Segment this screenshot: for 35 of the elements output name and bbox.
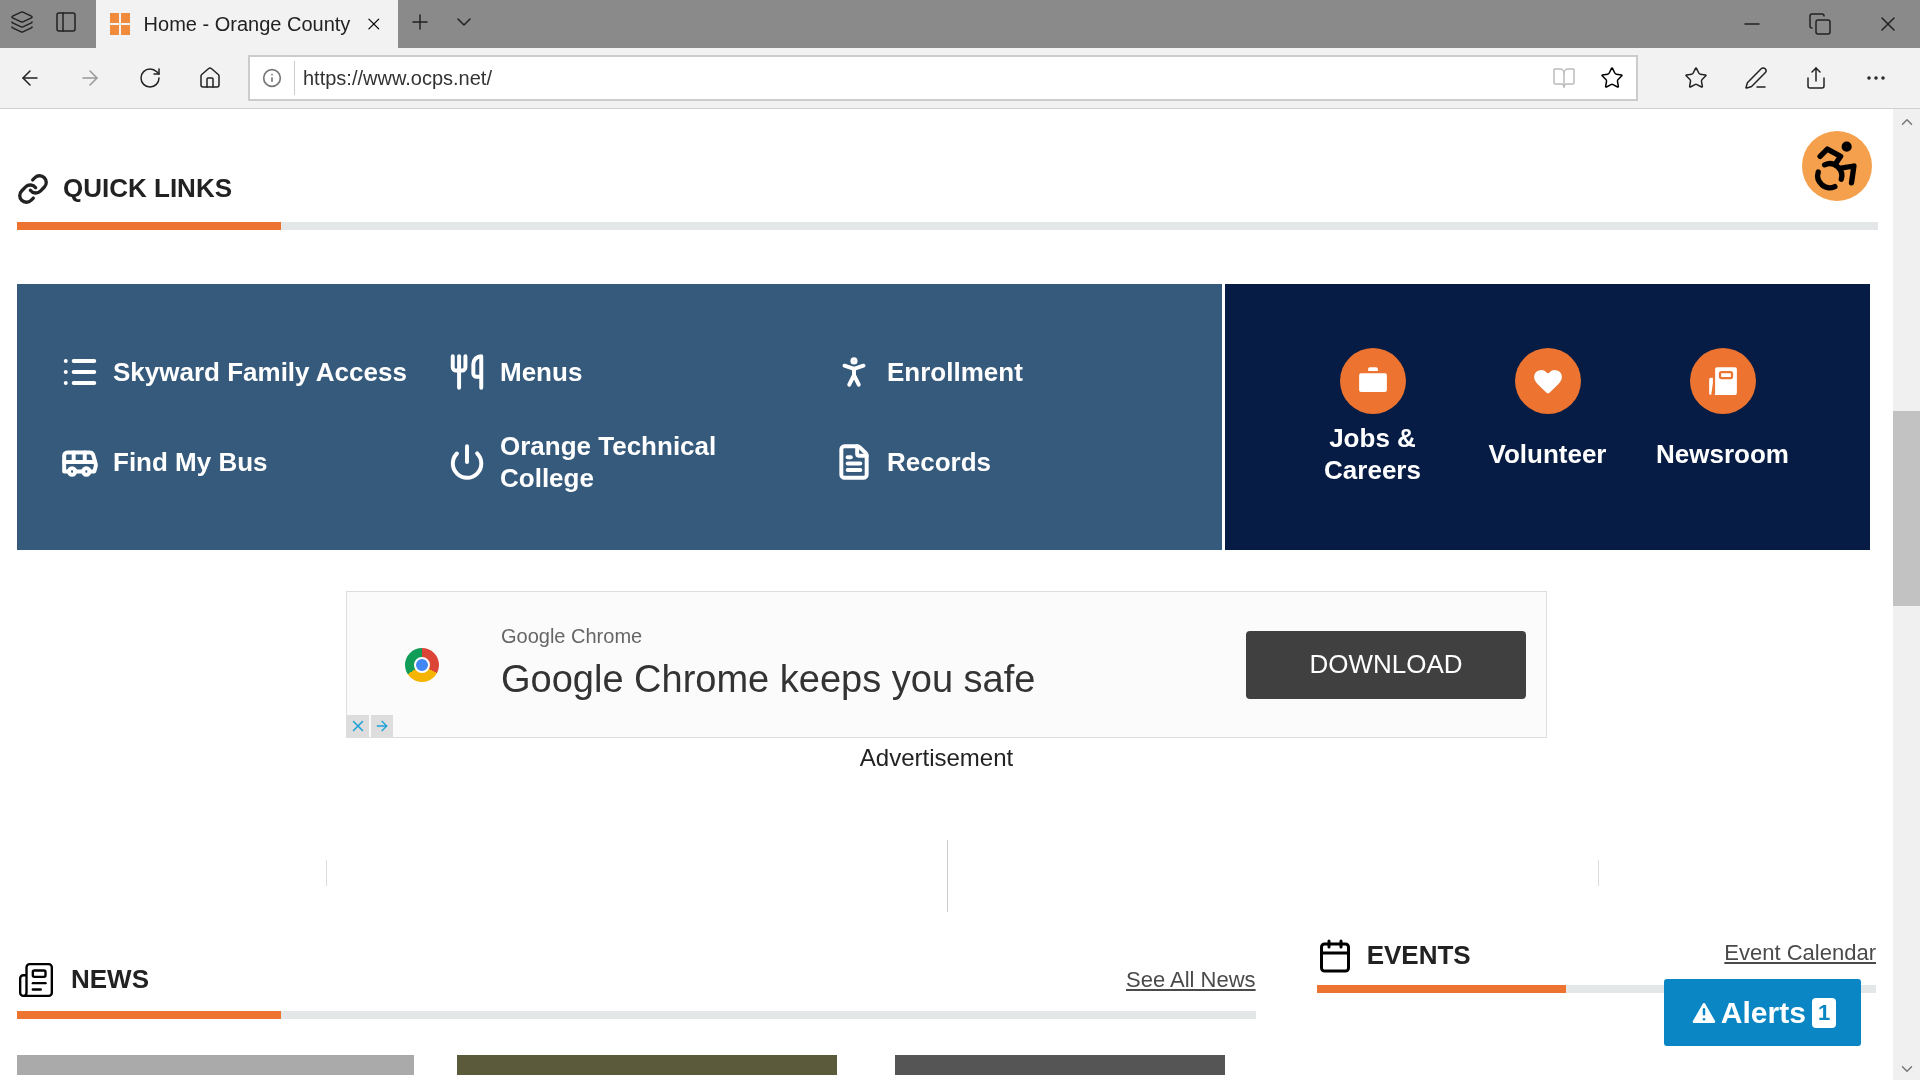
favicon-icon [110,13,130,35]
browser-tab[interactable]: Home - Orange County [96,0,398,48]
power-icon [448,443,486,481]
link-icon [17,172,49,205]
favorite-star-icon[interactable] [1600,66,1624,90]
download-button[interactable]: DOWNLOAD [1246,630,1526,699]
section-title: EVENTS [1366,939,1471,972]
section-title: QUICK LINKS [63,172,232,205]
ad-headline: Google Chrome keeps you safe [501,657,1036,702]
quick-link[interactable]: Orange Technical College [448,430,835,494]
scrollbar-thumb[interactable] [1893,411,1920,606]
quick-link[interactable]: Enrollment [835,340,1222,404]
ad-banner[interactable]: Google Chrome Google Chrome keeps you safe DOWNLOAD [346,591,1547,738]
alerts-button[interactable]: Alerts 1 [1664,979,1861,1046]
ad-caption: Advertisement [859,743,1014,773]
url-text: https://www.ocps.net/ [303,66,493,91]
newspaper-icon [17,960,55,999]
quick-link[interactable]: Records [835,430,1222,494]
see-all-news-link[interactable]: See All News [1126,963,1256,996]
info-icon[interactable] [262,68,282,88]
featured-link[interactable]: Newsroom [1647,348,1798,486]
alert-count-badge: 1 [1811,997,1837,1028]
section-title: NEWS [71,963,149,996]
browser-logo-icon [405,647,439,682]
quick-link[interactable]: Menus [448,340,835,404]
address-bar[interactable]: https://www.ocps.net/ [248,55,1638,101]
featured-link[interactable]: Volunteer [1472,348,1623,486]
event-calendar-link[interactable]: Event Calendar [1724,936,1876,969]
tab-title: Home - Orange County [143,12,351,37]
fork-knife-icon [448,353,486,391]
quick-link[interactable]: Find My Bus [61,430,448,494]
ad-advertiser: Google Chrome [501,624,644,649]
ad-choices-icon[interactable] [347,715,393,737]
quick-link[interactable]: Skyward Family Access [61,340,448,404]
featured-link[interactable]: Jobs & Careers [1297,348,1448,486]
